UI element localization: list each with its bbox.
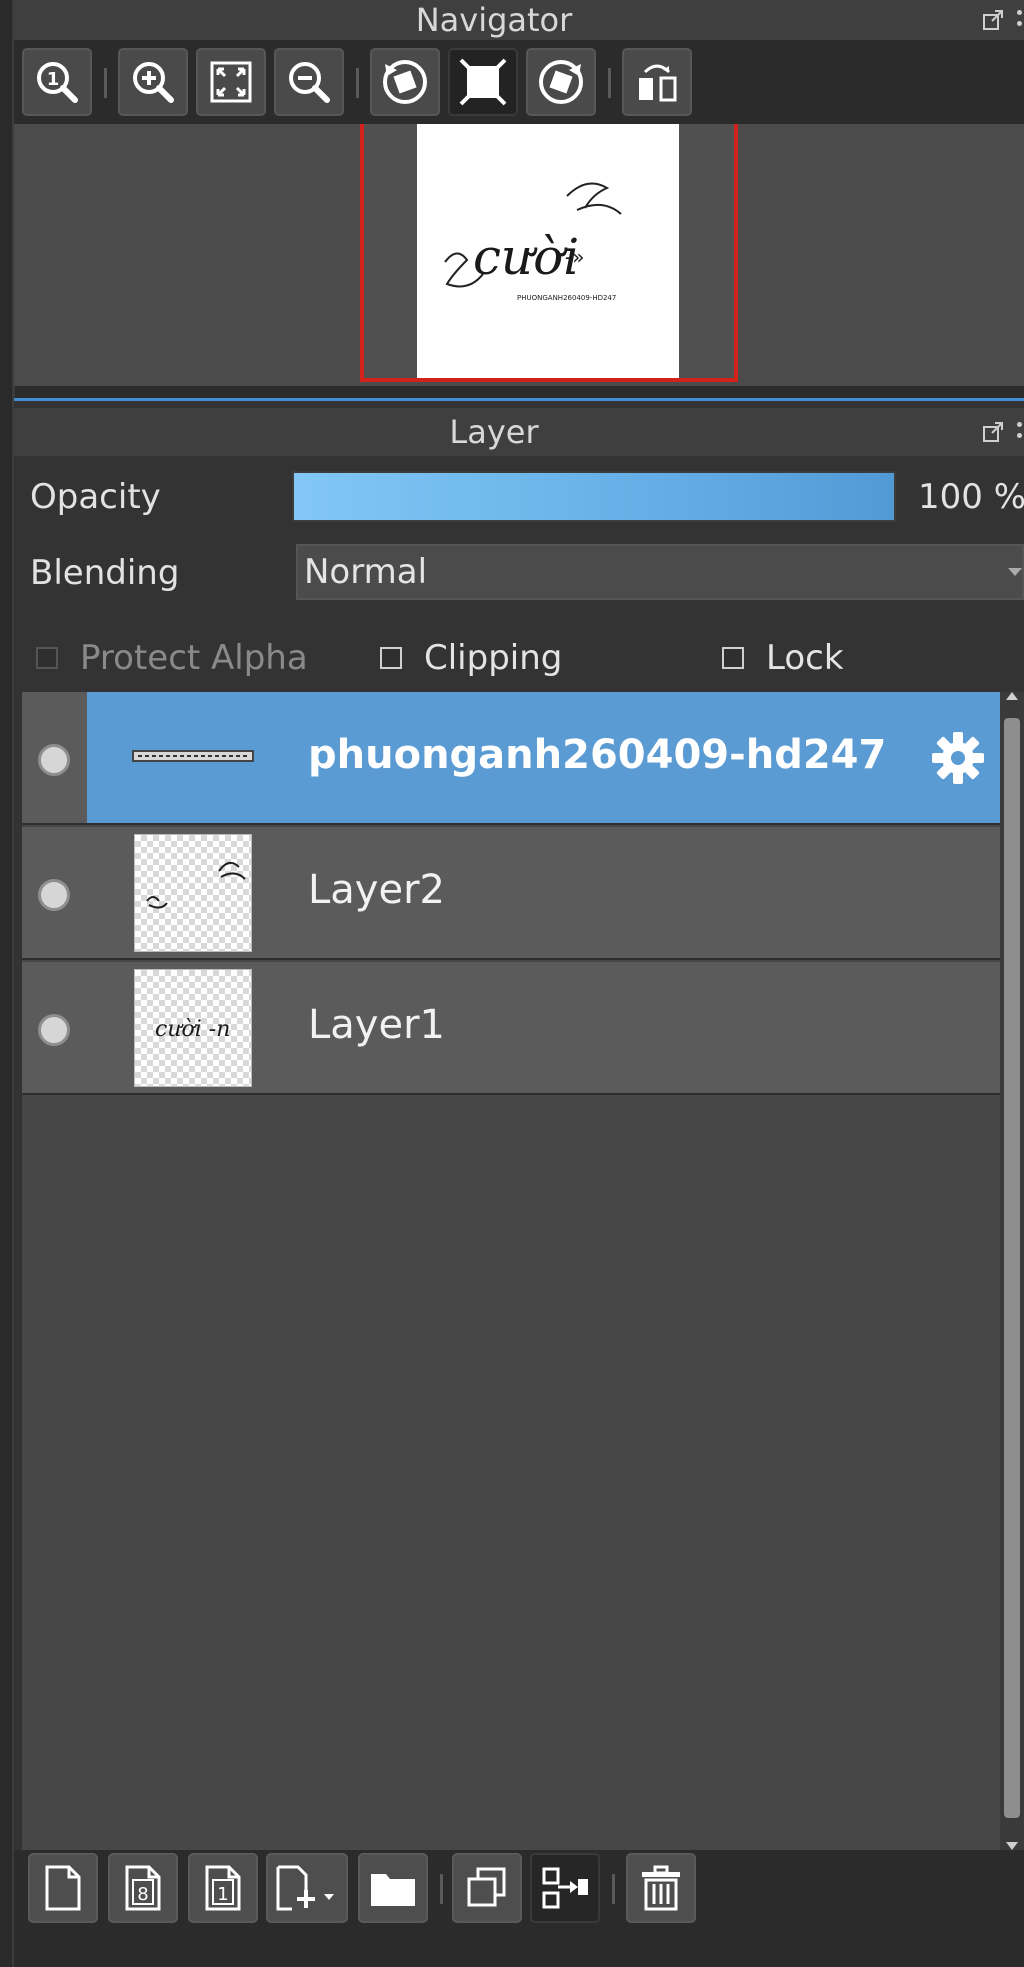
new-8bit-layer-icon: 8 bbox=[125, 1865, 161, 1911]
zoom-actual-size-icon: 1 bbox=[37, 62, 78, 103]
svg-text:1: 1 bbox=[47, 69, 60, 90]
navigator-menu-icon[interactable] bbox=[1014, 6, 1024, 34]
visibility-toggle-icon[interactable] bbox=[38, 879, 70, 911]
artwork-text: cười bbox=[473, 228, 579, 286]
gear-icon[interactable] bbox=[930, 730, 986, 786]
zoom-out-icon bbox=[289, 62, 330, 103]
opacity-value: 100 % bbox=[918, 477, 1024, 517]
toolbar-separator bbox=[104, 68, 107, 98]
flip-horizontal-icon bbox=[639, 64, 677, 102]
svg-text:8: 8 bbox=[137, 1884, 148, 1905]
navigator-canvas-thumbnail: cười -» PHUONGANH260409-HD247 bbox=[417, 124, 679, 378]
new-1bit-layer-button[interactable]: 1 bbox=[188, 1853, 258, 1923]
rotate-left-icon bbox=[383, 60, 427, 104]
new-folder-icon bbox=[371, 1874, 415, 1906]
opacity-label: Opacity bbox=[30, 477, 161, 517]
lock-checkbox[interactable]: Lock bbox=[722, 638, 844, 678]
blending-dropdown[interactable]: Normal bbox=[296, 544, 1024, 600]
new-folder-button[interactable] bbox=[358, 1853, 428, 1923]
rotate-left-button[interactable] bbox=[370, 48, 440, 116]
layer-list-scrollbar[interactable] bbox=[1000, 692, 1024, 1850]
rotate-right-icon bbox=[539, 60, 583, 104]
layer-list: phuonganh260409-hd247 Layer2 cười -n Lay… bbox=[22, 692, 1000, 1850]
flip-horizontal-button[interactable] bbox=[622, 48, 692, 116]
new-layer-icon bbox=[45, 1865, 81, 1911]
layer-thumbnail: cười -n bbox=[134, 969, 252, 1087]
layer-name: Layer1 bbox=[308, 1002, 445, 1048]
layer-thumb-text: cười -n bbox=[155, 1017, 230, 1042]
fit-to-window-button[interactable] bbox=[196, 48, 266, 116]
layer-title: Layer bbox=[449, 413, 539, 451]
navigator-toolbar: 1 bbox=[14, 40, 1024, 124]
layer-name: Layer2 bbox=[308, 867, 445, 913]
delete-layer-button[interactable] bbox=[626, 1853, 696, 1923]
layer-bottom-toolbar: 8 1 bbox=[14, 1850, 1024, 1967]
zoom-in-icon bbox=[133, 62, 174, 103]
add-layer-menu-button[interactable] bbox=[266, 1853, 348, 1923]
delete-layer-icon bbox=[642, 1865, 680, 1911]
new-layer-button[interactable] bbox=[28, 1853, 98, 1923]
layer-row[interactable]: cười -n Layer1 bbox=[22, 962, 1000, 1095]
opacity-slider[interactable] bbox=[292, 471, 896, 522]
checkbox-box bbox=[36, 647, 58, 669]
layer-name: phuonganh260409-hd247 bbox=[308, 732, 887, 778]
layer-header: Layer bbox=[14, 408, 1024, 456]
svg-text:-»: -» bbox=[565, 245, 584, 269]
add-layer-menu-icon bbox=[276, 1865, 334, 1911]
rotate-right-button[interactable] bbox=[526, 48, 596, 116]
visibility-toggle-icon[interactable] bbox=[38, 744, 70, 776]
navigator-header: Navigator bbox=[14, 0, 1024, 40]
zoom-out-button[interactable] bbox=[274, 48, 344, 116]
blending-label: Blending bbox=[30, 553, 180, 593]
merge-down-icon bbox=[542, 1867, 588, 1909]
duplicate-layer-button[interactable] bbox=[452, 1853, 522, 1923]
layer-popout-icon[interactable] bbox=[982, 421, 1004, 443]
scroll-down-icon[interactable] bbox=[1006, 1842, 1018, 1850]
zoom-in-button[interactable] bbox=[118, 48, 188, 116]
zoom-actual-size-button[interactable]: 1 bbox=[22, 48, 92, 116]
protect-alpha-checkbox[interactable]: Protect Alpha bbox=[36, 638, 308, 678]
checkbox-box bbox=[380, 647, 402, 669]
scroll-up-icon[interactable] bbox=[1006, 692, 1018, 700]
text-layer-thumbnail bbox=[132, 750, 254, 762]
clipping-checkbox[interactable]: Clipping bbox=[380, 638, 562, 678]
checkbox-box bbox=[722, 647, 744, 669]
navigator-popout-icon[interactable] bbox=[982, 9, 1004, 31]
toolbar-separator bbox=[356, 68, 359, 98]
protect-alpha-label: Protect Alpha bbox=[80, 638, 308, 678]
layer-row[interactable]: phuonganh260409-hd247 bbox=[22, 692, 1000, 825]
new-8bit-layer-button[interactable]: 8 bbox=[108, 1853, 178, 1923]
visibility-toggle-icon[interactable] bbox=[38, 1014, 70, 1046]
chevron-down-icon bbox=[1008, 568, 1022, 576]
reset-rotation-icon bbox=[459, 58, 507, 106]
layer-row[interactable]: Layer2 bbox=[22, 827, 1000, 960]
scroll-thumb[interactable] bbox=[1004, 718, 1020, 1818]
artwork-caption: PHUONGANH260409-HD247 bbox=[517, 294, 616, 302]
reset-rotation-button[interactable] bbox=[448, 48, 518, 116]
lock-label: Lock bbox=[766, 638, 844, 678]
navigator-title: Navigator bbox=[415, 1, 573, 39]
toolbar-separator bbox=[612, 1874, 615, 1904]
layer-menu-icon[interactable] bbox=[1014, 418, 1024, 446]
toolbar-separator bbox=[440, 1874, 443, 1904]
new-1bit-layer-icon: 1 bbox=[205, 1865, 241, 1911]
navigator-preview[interactable]: cười -» PHUONGANH260409-HD247 bbox=[14, 124, 1024, 386]
svg-text:1: 1 bbox=[217, 1884, 228, 1905]
duplicate-layer-icon bbox=[467, 1867, 506, 1907]
toolbar-separator bbox=[608, 68, 611, 98]
blending-value: Normal bbox=[304, 552, 428, 592]
fit-to-window-icon bbox=[210, 61, 252, 103]
clipping-label: Clipping bbox=[424, 638, 563, 678]
merge-down-button[interactable] bbox=[530, 1853, 600, 1923]
layer-thumbnail bbox=[134, 834, 252, 952]
